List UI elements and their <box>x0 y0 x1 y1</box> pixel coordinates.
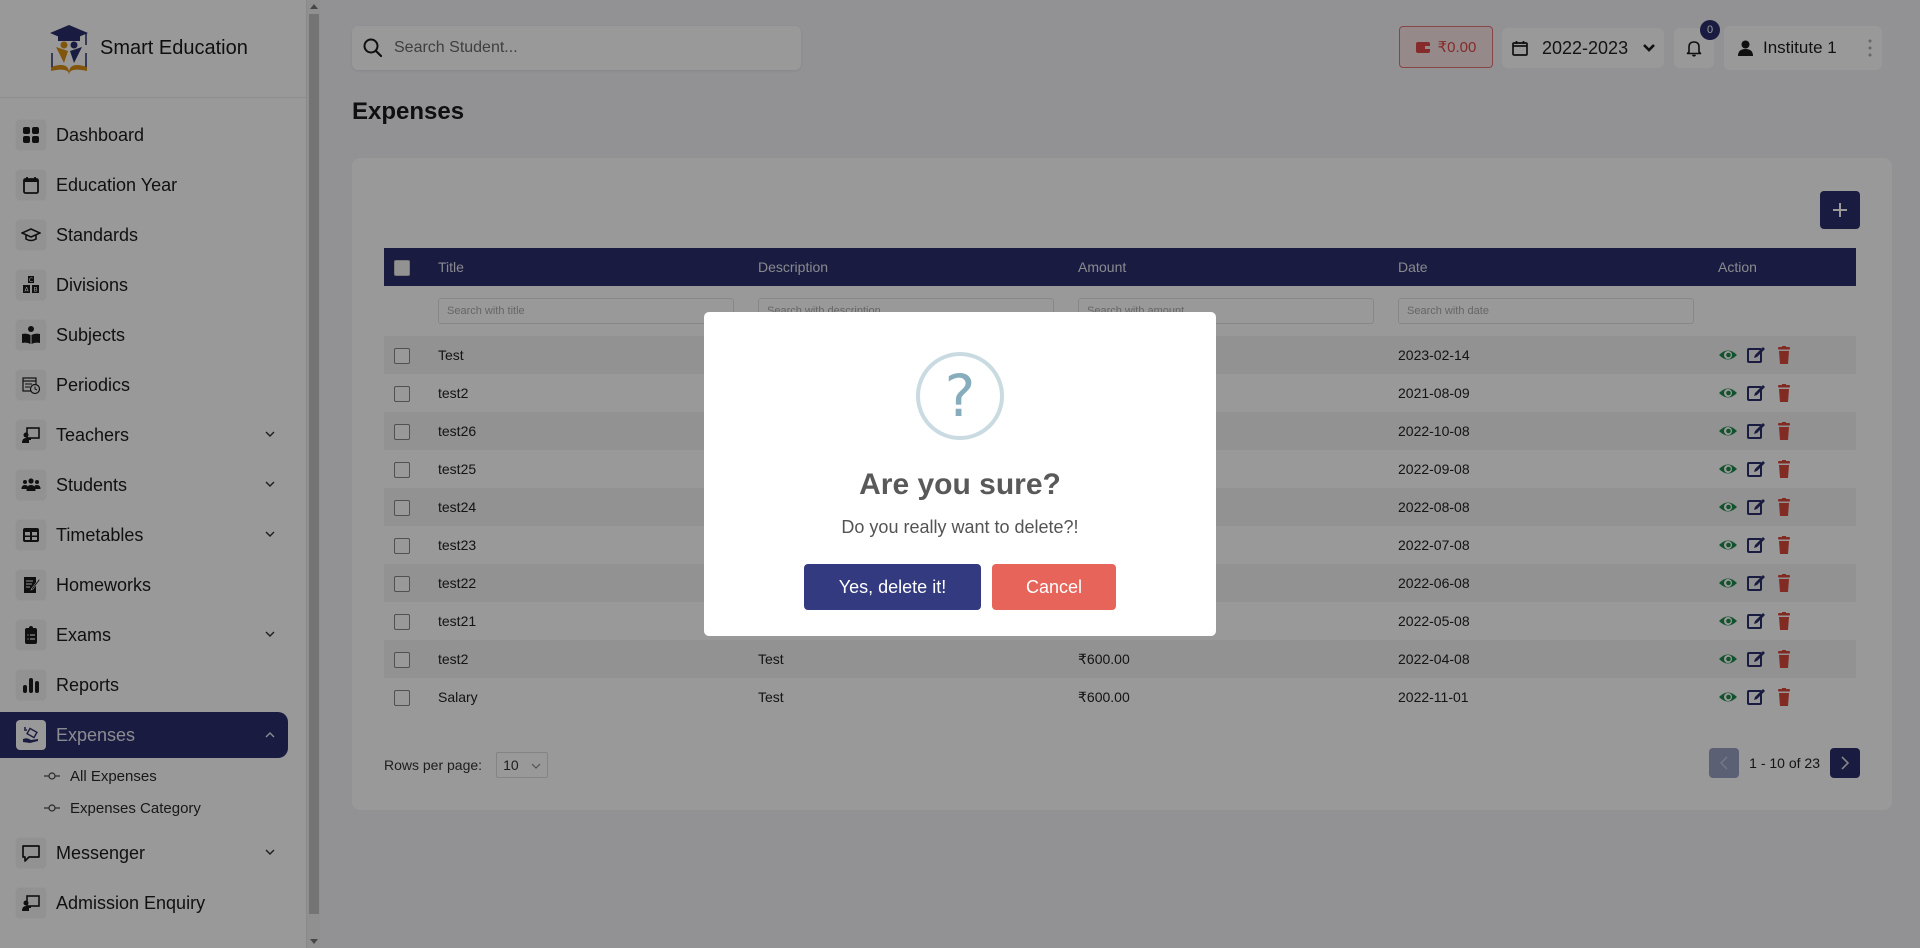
confirm-delete-dialog: ? Are you sure? Do you really want to de… <box>704 312 1216 636</box>
cancel-button[interactable]: Cancel <box>992 564 1116 610</box>
confirm-delete-button[interactable]: Yes, delete it! <box>804 564 981 610</box>
dialog-message: Do you really want to delete?! <box>841 517 1079 537</box>
question-icon: ? <box>916 352 1004 440</box>
dialog-title: Are you sure? <box>859 468 1061 501</box>
